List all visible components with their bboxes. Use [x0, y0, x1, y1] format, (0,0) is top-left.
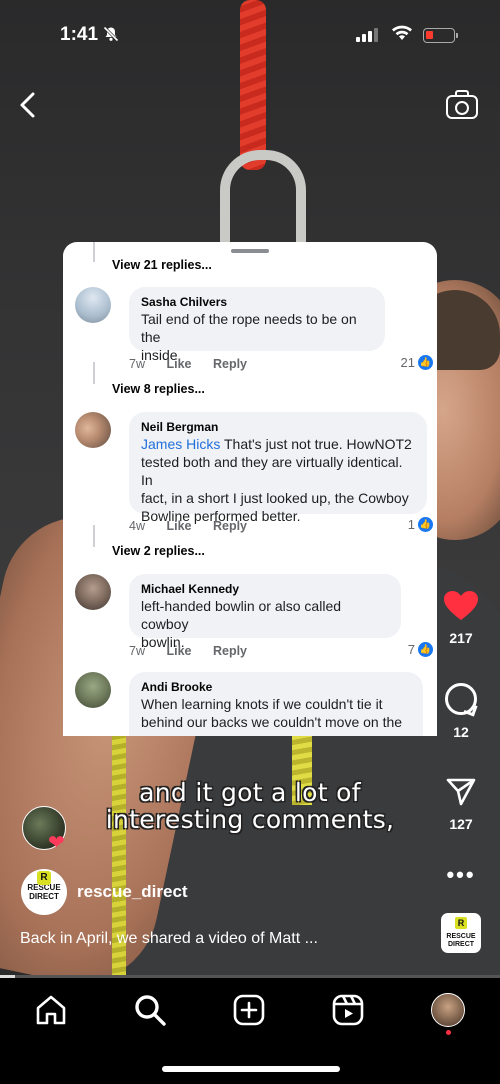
reaction-count[interactable]: 21 👍	[401, 355, 433, 370]
avatar[interactable]	[75, 574, 111, 610]
reaction-count[interactable]: 7 👍	[408, 642, 433, 657]
account-username[interactable]: rescue_direct	[77, 882, 188, 902]
comment-bubble: Michael Kennedy left-handed bowlin or al…	[129, 574, 401, 650]
search-icon[interactable]	[133, 993, 169, 1029]
home-icon[interactable]	[34, 993, 70, 1029]
heart-icon: ❤	[48, 832, 65, 854]
reply-link[interactable]: Reply	[213, 519, 247, 533]
share-count: 127	[449, 816, 473, 832]
wifi-icon	[391, 25, 413, 46]
comment-button[interactable]: 12	[436, 683, 486, 740]
comment-text: left-handed bowlin or also called cowboy…	[141, 598, 342, 650]
account-avatar[interactable]: R RESCUE DIRECT	[21, 869, 67, 915]
commenter-name[interactable]: Andi Brooke	[141, 679, 411, 695]
comment-text: When learning knots if we couldn't tie i…	[141, 696, 403, 730]
comment-meta: 7w Like Reply	[129, 357, 265, 371]
thumbs-up-icon: 👍	[418, 517, 433, 532]
back-button[interactable]	[18, 90, 48, 120]
avatar[interactable]	[75, 287, 111, 323]
reaction-count[interactable]: 1 👍	[408, 517, 433, 532]
clock-time: 1:41	[60, 24, 99, 45]
commenter-name[interactable]: Neil Bergman	[141, 419, 415, 435]
comment-count: 12	[453, 724, 469, 740]
comment-bubble: Neil Bergman James Hicks That's just not…	[129, 412, 427, 524]
caption-line: interesting comments,	[105, 805, 395, 834]
comment-age: 7w	[129, 357, 145, 371]
comment-text: Tail end of the rope needs to be on the …	[141, 311, 357, 363]
comment-age: 4w	[129, 519, 145, 533]
reply-link[interactable]: Reply	[213, 644, 247, 658]
more-options-icon[interactable]: •••	[436, 862, 486, 888]
comment-bubble-icon	[445, 683, 477, 715]
new-post-icon[interactable]	[232, 993, 268, 1029]
reels-icon[interactable]	[331, 993, 367, 1029]
status-bar: 1:41	[0, 22, 500, 52]
commenter-name[interactable]: Michael Kennedy	[141, 581, 389, 597]
comment-meta: 7w Like Reply	[129, 644, 265, 658]
sheet-grabber	[231, 249, 269, 253]
audio-thumbnail[interactable]: R RESCUE DIRECT	[441, 913, 481, 953]
commenter-name[interactable]: Sasha Chilvers	[141, 294, 373, 310]
comment-bubble: Sasha Chilvers Tail end of the rope need…	[129, 287, 385, 363]
profile-avatar[interactable]	[431, 993, 465, 1027]
view-replies-link[interactable]: View 8 replies...	[112, 382, 205, 396]
comment-meta: 4w Like Reply	[129, 519, 265, 533]
home-indicator[interactable]	[162, 1066, 340, 1072]
like-link[interactable]: Like	[166, 357, 191, 371]
cellular-signal-icon	[356, 28, 380, 42]
comment-text: James Hicks That's just not true. HowNOT…	[141, 436, 412, 524]
camera-button[interactable]	[446, 90, 480, 120]
reply-link[interactable]: Reply	[213, 357, 247, 371]
like-link[interactable]: Like	[166, 644, 191, 658]
thumbs-up-icon: 👍	[418, 642, 433, 657]
avatar[interactable]	[75, 412, 111, 448]
share-button[interactable]: 127	[436, 776, 486, 832]
post-description[interactable]: Back in April, we shared a video of Matt…	[20, 930, 318, 948]
comment-bubble: Andi Brooke When learning knots if we co…	[129, 672, 423, 736]
battery-low-icon	[423, 28, 458, 43]
comment-item: Andi Brooke When learning knots if we co…	[75, 672, 427, 736]
comments-screenshot: View 21 replies... Sasha Chilvers Tail e…	[63, 242, 437, 736]
comment-age: 7w	[129, 644, 145, 658]
comment-item: Neil Bergman James Hicks That's just not…	[75, 412, 427, 532]
thumbs-up-icon: 👍	[418, 355, 433, 370]
like-count: 217	[449, 630, 473, 646]
paper-plane-icon	[445, 776, 477, 808]
view-replies-link[interactable]: View 21 replies...	[112, 258, 212, 272]
mention-link[interactable]: James Hicks	[141, 436, 220, 452]
notification-dot	[446, 1030, 451, 1035]
avatar[interactable]	[75, 672, 111, 708]
chevron-left-icon	[20, 92, 35, 118]
view-replies-link[interactable]: View 2 replies...	[112, 544, 205, 558]
like-button[interactable]: 217	[436, 590, 486, 646]
caption-line: and it got a lot of	[139, 778, 361, 807]
like-link[interactable]: Like	[166, 519, 191, 533]
heart-icon	[443, 590, 479, 622]
bell-slash-icon	[103, 26, 119, 46]
